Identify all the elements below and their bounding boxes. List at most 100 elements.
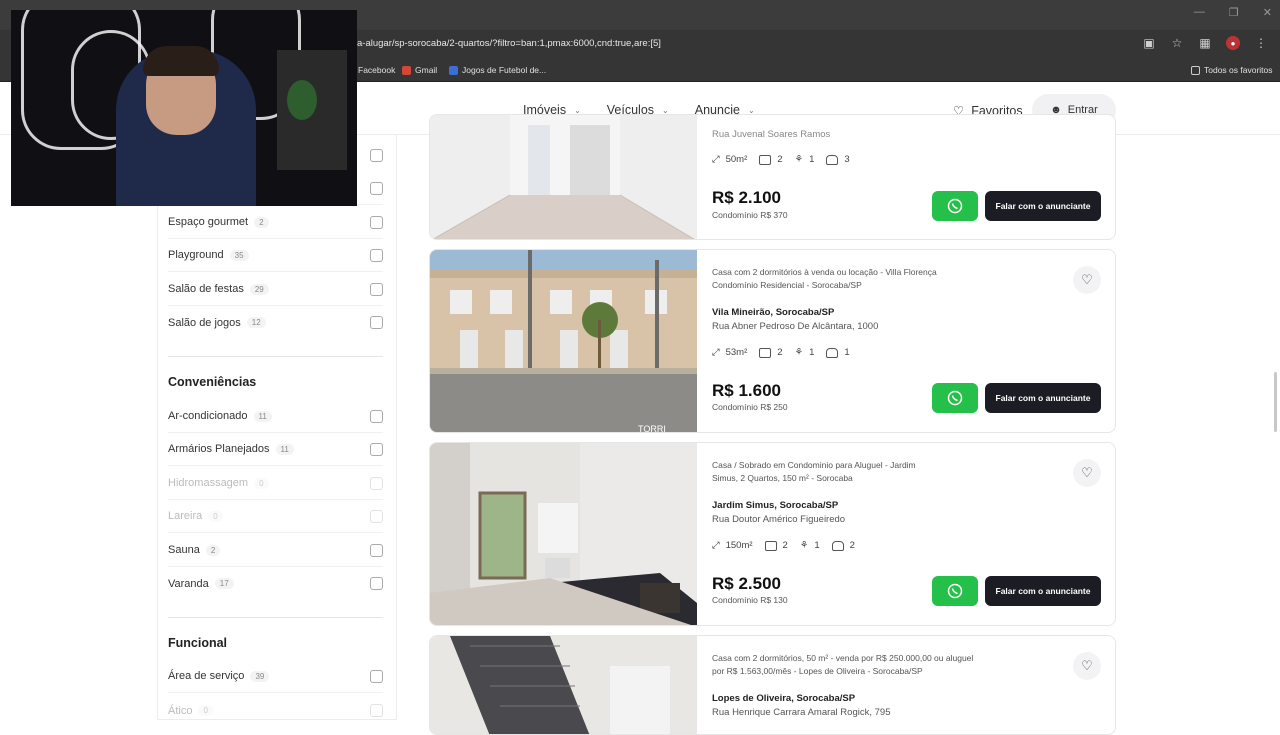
listing-price: R$ 1.600 (712, 381, 781, 400)
checkbox[interactable] (370, 442, 383, 456)
filter-sauna[interactable]: Sauna 2 (168, 534, 383, 567)
url-text[interactable]: a-alugar/sp-sorocaba/2-quartos/?filtro=b… (357, 38, 661, 49)
listing-features: ⤢ 150m² 2 ⚘ 1 2 (712, 540, 855, 551)
bed-icon (764, 540, 777, 551)
listing-features: ⤢ 53m² 2 ⚘ 1 1 (712, 347, 850, 358)
page-scrollbar[interactable] (1274, 372, 1277, 432)
checkbox[interactable] (370, 181, 383, 195)
filter-varanda[interactable]: Varanda 17 (168, 567, 383, 600)
favorite-heart-icon[interactable]: ♡ (1073, 459, 1101, 487)
game-icon (449, 65, 458, 75)
listing-location: Lopes de Oliveira, Sorocaba/SP (712, 693, 856, 704)
favorite-heart-icon[interactable]: ♡ (1073, 266, 1101, 294)
area-icon: ⤢ (712, 154, 720, 165)
filter-ar-condicionado[interactable]: Ar-condicionado 11 (168, 400, 383, 433)
bed-icon (759, 154, 772, 165)
checkbox[interactable] (370, 316, 383, 329)
folder-icon (1191, 65, 1200, 75)
listing-card[interactable]: Casa / Sobrado em Condominio para Alugue… (429, 442, 1116, 626)
menu-icon[interactable]: ⋮ (1254, 36, 1268, 50)
whatsapp-icon (947, 198, 963, 214)
filter-salao-jogos[interactable]: Salão de jogos 12 (168, 306, 383, 339)
filter-armarios[interactable]: Armários Planejados 11 (168, 433, 383, 466)
listing-features: ⤢ 50m² 2 ⚘ 1 3 (712, 154, 850, 165)
checkbox[interactable] (370, 215, 383, 229)
listing-card[interactable]: Casa com 2 dormitórios, 50 m² - venda po… (429, 635, 1116, 735)
checkbox[interactable] (370, 248, 383, 262)
area-icon: ⤢ (712, 540, 720, 551)
checkbox[interactable] (370, 669, 383, 683)
webcam-overlay (11, 10, 357, 206)
listing-card[interactable]: TORRI Casa com 2 dormitórios à venda ou … (429, 249, 1116, 433)
shower-icon: ⚘ (794, 347, 804, 358)
star-icon[interactable]: ☆ (1170, 36, 1184, 50)
filter-salao-festas[interactable]: Salão de festas 29 (168, 273, 383, 306)
listing-location: Vila Mineirão, Sorocaba/SP (712, 307, 835, 318)
minimize-icon[interactable]: — (1194, 6, 1205, 19)
shower-icon: ⚘ (794, 154, 804, 165)
whatsapp-button[interactable] (932, 191, 978, 221)
listing-address: Rua Henrique Carrara Amaral Rogick, 795 (712, 707, 891, 718)
whatsapp-icon (947, 390, 963, 406)
whatsapp-button[interactable] (932, 383, 978, 413)
checkbox[interactable] (370, 543, 383, 557)
gmail-icon (402, 65, 411, 75)
listing-condo-fee: Condomínio R$ 250 (712, 402, 788, 412)
favorite-heart-icon[interactable]: ♡ (1073, 652, 1101, 680)
bookmark-jogos[interactable]: Jogos de Futebol de... (449, 65, 546, 75)
contact-advertiser-button[interactable]: Falar com o anunciante (985, 191, 1101, 221)
listing-photo[interactable] (430, 443, 697, 625)
listing-condo-fee: Condomínio R$ 130 (712, 595, 788, 605)
section-title-conveniencias: Conveniências (168, 375, 257, 389)
listing-description: Casa com 2 dormitórios, 50 m² - venda po… (712, 653, 974, 676)
listing-photo[interactable] (430, 115, 697, 239)
checkbox[interactable] (370, 149, 383, 162)
listing-address: Rua Juvenal Soares Ramos (712, 129, 831, 140)
listing-address: Rua Doutor Américo Figueiredo (712, 514, 846, 525)
listing-photo[interactable] (430, 636, 697, 734)
window-controls: — ❐ ✕ (1194, 6, 1272, 19)
extensions-icon[interactable]: ▦ (1198, 36, 1212, 50)
section-title-funcional: Funcional (168, 636, 228, 650)
bookmark-facebook[interactable]: Facebook (358, 65, 395, 75)
car-icon (826, 154, 839, 165)
filter-area-servico[interactable]: Área de serviço 39 (168, 660, 383, 693)
checkbox (370, 476, 383, 490)
checkbox[interactable] (370, 409, 383, 423)
checkbox[interactable] (370, 577, 383, 590)
area-icon: ⤢ (712, 347, 720, 358)
contact-advertiser-button[interactable]: Falar com o anunciante (985, 576, 1101, 606)
car-icon (831, 540, 844, 551)
whatsapp-icon (947, 583, 963, 599)
whatsapp-button[interactable] (932, 576, 978, 606)
filter-espaco-gourmet[interactable]: Espaço gourmet 2 (168, 206, 383, 239)
shower-icon: ⚘ (799, 540, 809, 551)
filter-lareira: Lareira 0 (168, 500, 383, 533)
listing-address: Rua Abner Pedroso De Alcântara, 1000 (712, 321, 879, 332)
checkbox (370, 704, 383, 717)
listing-price: R$ 2.100 (712, 188, 781, 207)
profile-avatar-icon[interactable]: ● (1226, 36, 1240, 50)
listing-condo-fee: Condomínio R$ 370 (712, 210, 788, 220)
car-icon (826, 347, 839, 358)
filter-hidromassagem: Hidromassagem 0 (168, 467, 383, 500)
contact-advertiser-button[interactable]: Falar com o anunciante (985, 383, 1101, 413)
divider (168, 617, 383, 618)
close-icon[interactable]: ✕ (1263, 6, 1272, 19)
cast-icon[interactable]: ▣ (1142, 36, 1156, 50)
listing-description: Casa / Sobrado em Condominio para Alugue… (712, 460, 916, 483)
divider (168, 356, 383, 357)
listing-photo[interactable]: TORRI (430, 250, 697, 432)
checkbox[interactable] (370, 282, 383, 296)
filter-sidebar: Espaço gourmet 2 Playground 35 Salão de fe… (157, 135, 397, 720)
listing-card[interactable]: Rua Juvenal Soares Ramos ⤢ 50m² 2 ⚘ 1 3 R$… (429, 114, 1116, 240)
bookmark-gmail[interactable]: Gmail (402, 65, 437, 75)
all-bookmarks[interactable]: Todos os favoritos (1191, 65, 1273, 75)
listing-price: R$ 2.500 (712, 574, 781, 593)
restore-icon[interactable]: ❐ (1229, 6, 1239, 19)
photo-watermark: TORRI (638, 424, 666, 432)
bed-icon (759, 347, 772, 358)
filter-atico: Ático 0 (168, 694, 383, 727)
filter-playground[interactable]: Playground 35 (168, 239, 383, 272)
listing-description: Casa com 2 dormitórios à venda ou locaçã… (712, 267, 937, 290)
